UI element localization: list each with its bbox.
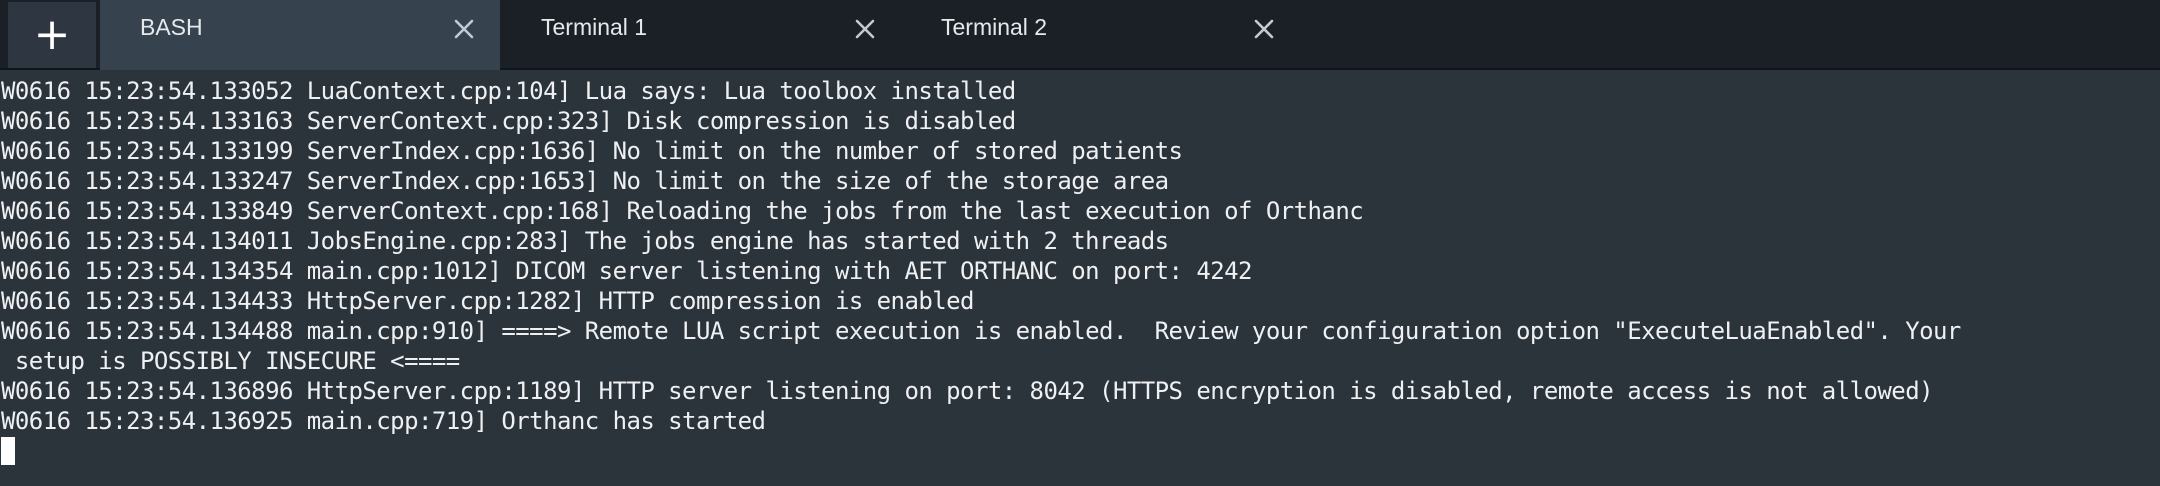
terminal-line: W0616 15:23:54.133247 ServerIndex.cpp:16… bbox=[1, 167, 1169, 195]
terminal-line: W0616 15:23:54.133199 ServerIndex.cpp:16… bbox=[1, 137, 1183, 165]
tab-terminal-2[interactable]: Terminal 2 bbox=[900, 0, 1290, 70]
terminal-line: W0616 15:23:54.133849 ServerContext.cpp:… bbox=[1, 197, 1364, 225]
tab-label: Terminal 1 bbox=[541, 14, 648, 40]
terminal-prompt-line bbox=[0, 436, 2160, 466]
terminal-line: W0616 15:23:54.136896 HttpServer.cpp:118… bbox=[1, 377, 1934, 405]
close-icon[interactable] bbox=[454, 19, 474, 39]
new-tab-button[interactable]: + bbox=[8, 2, 96, 68]
terminal-line: W0616 15:23:54.133163 ServerContext.cpp:… bbox=[1, 107, 1016, 135]
terminal-line: W0616 15:23:54.136925 main.cpp:719] Orth… bbox=[1, 407, 766, 435]
tab-label: BASH bbox=[140, 14, 203, 40]
terminal-line: W0616 15:23:54.133052 LuaContext.cpp:104… bbox=[1, 77, 1016, 105]
close-icon[interactable] bbox=[855, 19, 875, 39]
terminal-line: setup is POSSIBLY INSECURE <==== bbox=[1, 347, 460, 375]
tab-terminal-1[interactable]: Terminal 1 bbox=[500, 0, 890, 70]
terminal-line: W0616 15:23:54.134011 JobsEngine.cpp:283… bbox=[1, 227, 1169, 255]
tab-bash[interactable]: BASH bbox=[100, 0, 500, 70]
terminal-line: W0616 15:23:54.134354 main.cpp:1012] DIC… bbox=[1, 257, 1252, 285]
tab-bar: + BASH Terminal 1 Terminal 2 bbox=[0, 0, 2160, 70]
terminal-line: W0616 15:23:54.134433 HttpServer.cpp:128… bbox=[1, 287, 975, 315]
terminal-line: W0616 15:23:54.134488 main.cpp:910] ====… bbox=[1, 317, 1961, 345]
tab-label: Terminal 2 bbox=[941, 14, 1048, 40]
close-icon[interactable] bbox=[1254, 19, 1274, 39]
terminal-output[interactable]: W0616 15:23:54.133052 LuaContext.cpp:104… bbox=[0, 70, 2160, 486]
terminal-cursor[interactable] bbox=[1, 437, 15, 465]
